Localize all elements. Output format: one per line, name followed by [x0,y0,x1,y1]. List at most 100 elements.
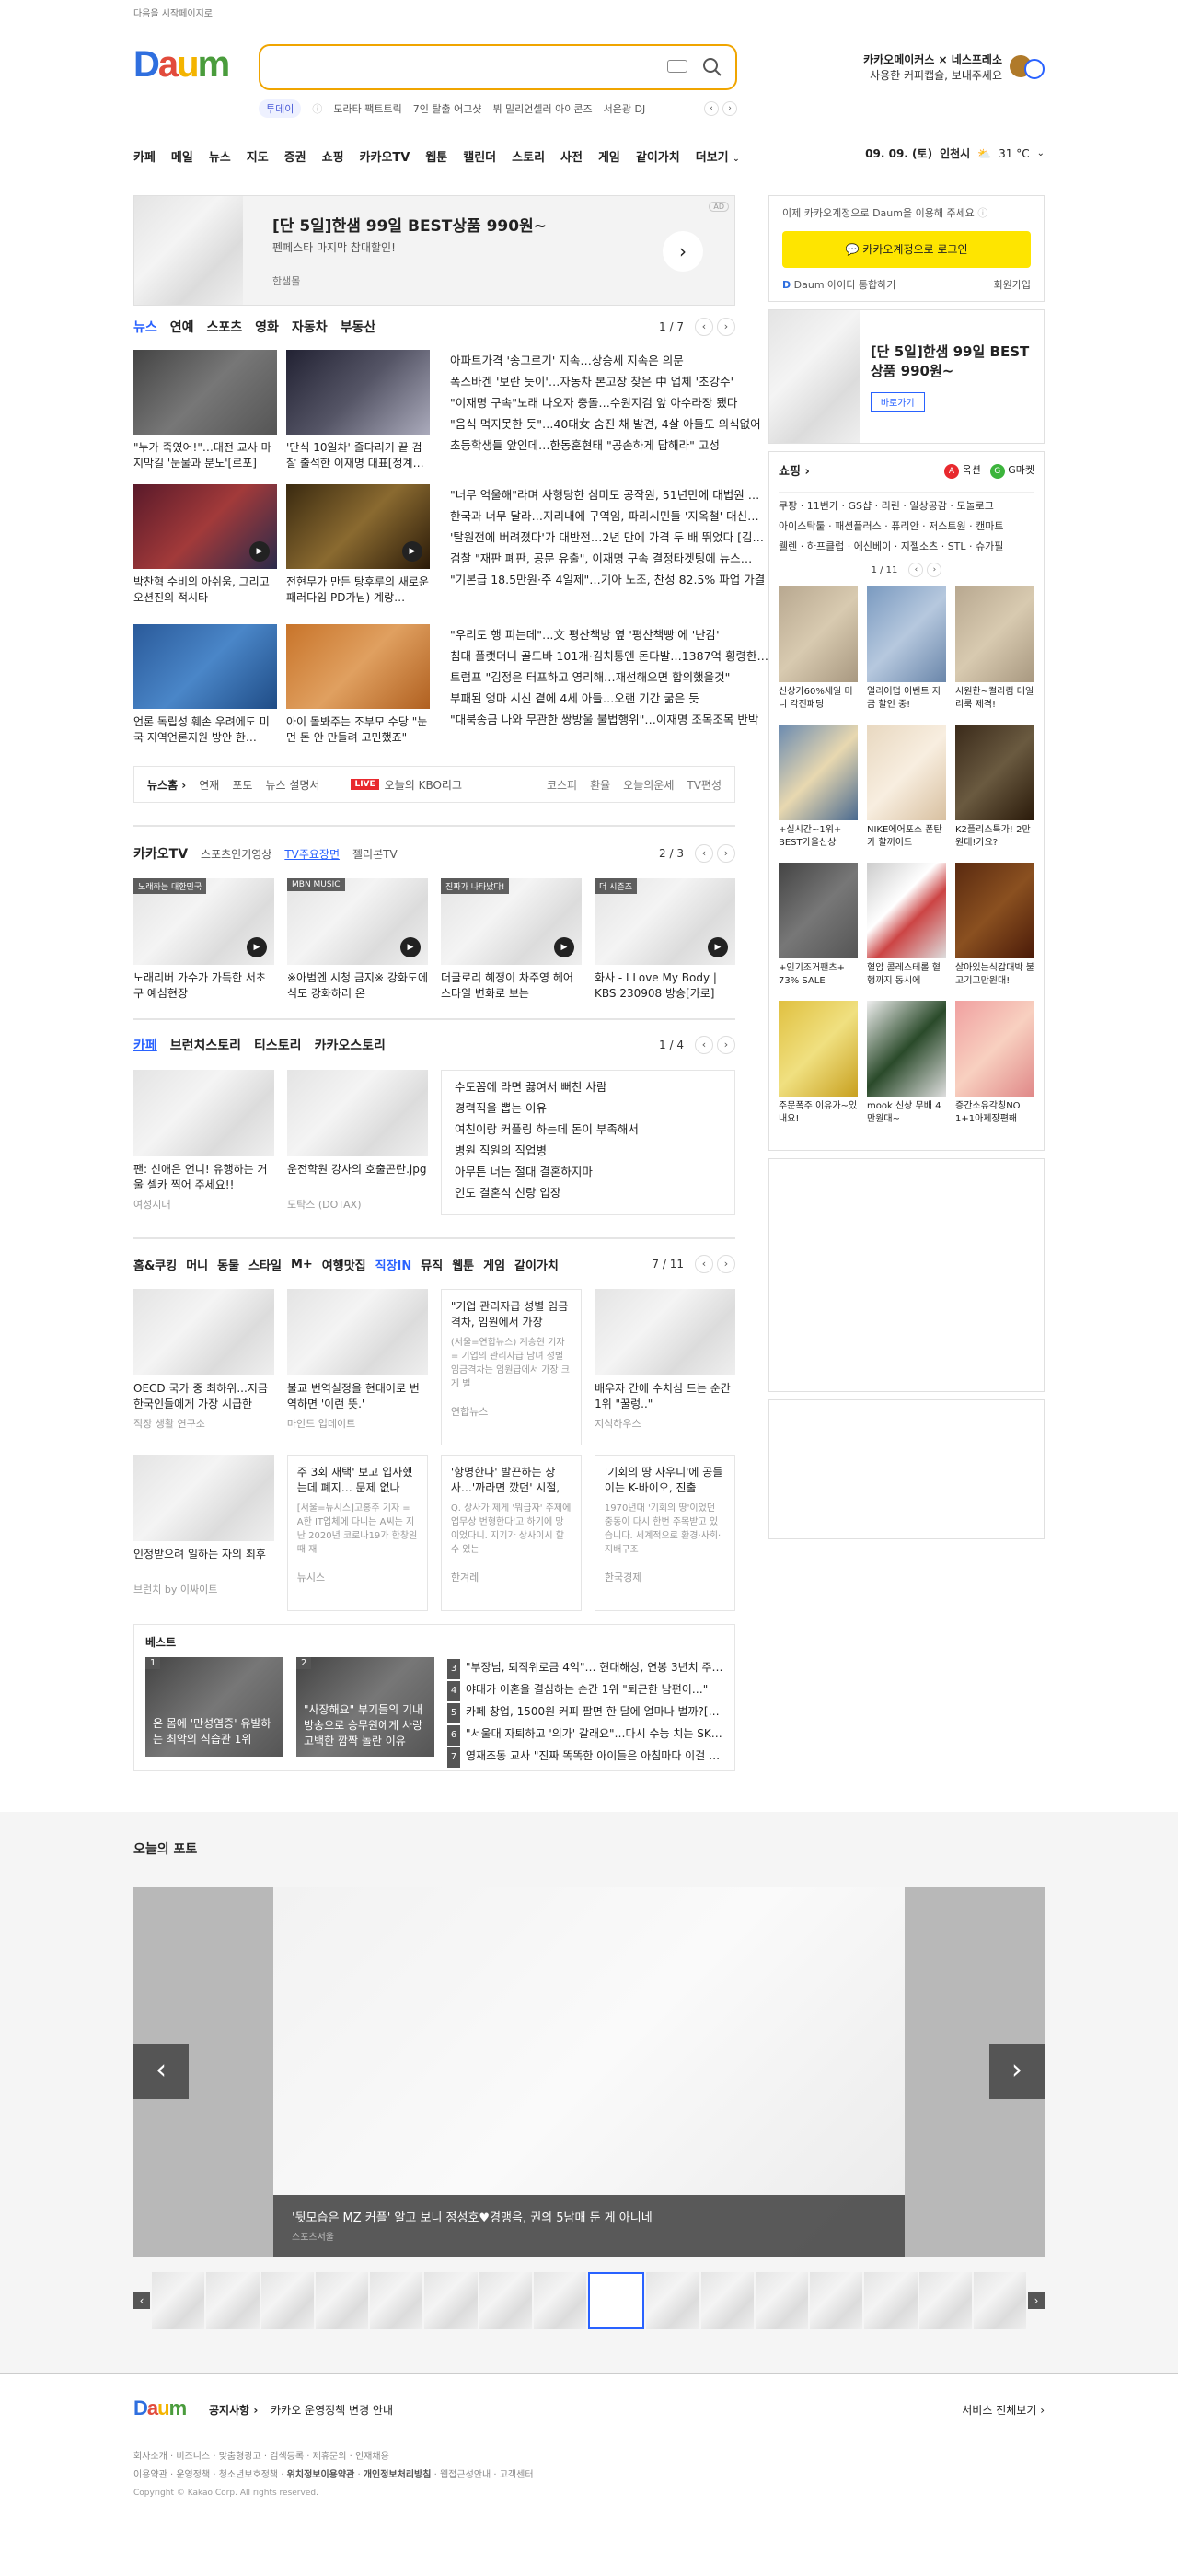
product-card[interactable]: NIKE에어포스 폰탄카 할꺼이드 [867,725,946,850]
best-list-item[interactable]: 3 "부장님, 퇴직위로금 4억"… 현대해상, 연봉 3년치 주… [447,1657,723,1679]
shop-tag[interactable]: STL [948,540,966,552]
shop-tag[interactable]: 웰렌 [779,540,797,552]
tv-card[interactable]: MBN MUSIC ▶ ※아범엔 시청 금지※ 강화도에 식도 강화하러 온 [287,878,428,1002]
trend-item[interactable]: 7인 탈출 어그샷 [413,101,482,116]
news-list-item[interactable]: 부패된 엉마 시신 곁에 4세 아들…오랜 기간 굶은 듯 [450,688,768,709]
notice-label[interactable]: 공지사항 › [209,2404,258,2417]
shop-tag[interactable]: 모놀로그 [956,500,993,512]
weather[interactable]: 09. 09. (토) 인천시 ⛅ 31 °C ⌄ [865,145,1045,161]
product-card[interactable]: +실시간~1위+ BEST가을신상 [779,725,858,850]
product-card[interactable]: 혈압 콜레스테롤 혈행까지 동시에 [867,863,946,988]
best-card[interactable]: 2 "사장해요" 부기들의 기내방송으로 승무원에게 사랑고백한 깜짝 놀란 이… [296,1657,434,1757]
shop-tag[interactable]: 퓨리안 [891,520,918,532]
cafe-list-item[interactable]: 경력직을 뽑는 이유 [455,1097,722,1119]
gnb-item[interactable]: 메일 [171,147,193,165]
gnb-item[interactable]: 뉴스 [209,147,231,165]
tab-kakaostory[interactable]: 카카오스토리 [315,1036,386,1054]
photo-thumb[interactable] [479,2272,532,2329]
gnb-item[interactable]: 증권 [284,147,306,165]
tab-life[interactable]: 홈&쿠킹 [133,1256,177,1273]
footer-link[interactable]: 인재채용 [355,2452,389,2462]
tab-movie[interactable]: 영화 [255,318,279,336]
tab-car[interactable]: 자동차 [292,318,328,336]
news-home-link[interactable]: 뉴스홈 › [147,777,186,793]
gnb-item[interactable]: 지도 [247,147,269,165]
photo-thumb[interactable] [260,2272,314,2329]
notice-link[interactable]: 카카오 운영정책 변경 안내 [271,2404,393,2417]
photo-thumb[interactable] [918,2272,972,2329]
gnb-item[interactable]: 사전 [560,147,583,165]
gnb-item[interactable]: 캘린더 [463,147,496,165]
news-thumb[interactable]: 언론 독립성 훼손 우려에도 미국 지역언론지원 방안 한… [133,624,277,759]
side-ad[interactable]: [단 5일]한샘 99일 BEST상품 990원~ 바로가기 [768,309,1045,444]
trend-badge[interactable]: 투데이 [259,99,302,118]
tab-kakaotv[interactable]: 스포츠인기영상 [201,846,271,862]
search-input[interactable] [273,46,660,87]
gnb-item[interactable]: 게임 [598,147,620,165]
life-text-card[interactable]: '기회의 땅 사우디'에 공들이는 K-바이오, 진출 1970년대 '기회의 … [594,1455,735,1611]
footer-link[interactable]: 회사소개 [133,2452,167,2462]
footer-link[interactable]: 맞춤형광고 [219,2452,261,2462]
news-thumb[interactable]: "누가 죽였어!"…대전 교사 마지막길 '눈물과 분노'[르포] [133,350,277,479]
news-list-item[interactable]: 폭스바겐 '보란 듯이'…자동차 본고장 찾은 中 업체 '초강수' [450,371,768,392]
news-list-item[interactable]: 아파트가격 '송고르기' 지속…상승세 지속은 의문 [450,350,768,371]
news-prev-button[interactable]: ‹ [695,318,713,336]
footer-link[interactable]: 청소년보호정책 [219,2470,278,2480]
photo-thumb[interactable] [973,2272,1026,2329]
shop-tag[interactable]: 11번가 [807,500,838,512]
tab-life[interactable]: 동물 [217,1256,239,1273]
tab-life[interactable]: 게임 [483,1256,505,1273]
news-footer-link[interactable]: 오늘의운세 [623,777,674,793]
id-merge-link[interactable]: D Daum 아이디 통합하기 [782,277,895,292]
tab-kakaotv[interactable]: 젤리본TV [352,846,398,862]
best-card[interactable]: 1 온 몸에 '만성염증' 유발하는 최악의 식습관 1위 [145,1657,283,1757]
product-card[interactable]: K2플리스특가! 2만원대!가요? [955,725,1034,850]
promo-top[interactable]: 카카오메이커스 × 네스프레소 사용한 커피캡슐, 보내주세요 [863,52,1045,83]
live-link[interactable]: 오늘의 KBO리그 [385,777,462,793]
photo-thumb[interactable] [864,2272,918,2329]
tab-tistory[interactable]: 티스토리 [254,1036,302,1054]
cafe-card[interactable]: 팬: 신애은 언니! 유행하는 거울 셀카 찍어 주세요!! 여성시대 [133,1070,274,1215]
news-next-button[interactable]: › [717,318,735,336]
life-card[interactable]: 인정받으려 일하는 자의 최후 브런치 by 이싸이트 [133,1455,274,1611]
photo-thumb[interactable] [370,2272,423,2329]
tab-life[interactable]: 머니 [186,1256,208,1273]
news-list-item[interactable]: "대북송금 나와 무관한 쌍방울 불법행위"…이재명 조목조목 반박 [450,709,768,730]
life-card[interactable]: 배우자 간에 수치심 드는 순간 1위 "꿀렁.." 지식하우스 [595,1289,735,1445]
cafe-list-item[interactable]: 병원 직원의 직업병 [455,1140,722,1161]
news-footer-link[interactable]: 연재 [199,777,219,793]
tab-life[interactable]: 직장IN [375,1256,412,1273]
thumbs-next-button[interactable]: › [1028,2292,1045,2309]
set-startpage-link[interactable]: 다음을 시작페이지로 [133,6,213,19]
news-list-item[interactable]: "음식 먹지못한 듯"…40대女 숨진 채 발견, 4살 아들도 의식없어 [450,413,768,435]
gmarket-link[interactable]: G G마켓 [989,462,1034,479]
shopping-title[interactable]: 쇼핑 › [779,461,810,479]
tab-entertain[interactable]: 연예 [170,318,194,336]
life-card[interactable]: 불교 번역실정을 현대어로 번역하면 '이런 뜻.' 마인드 업데이트 [286,1289,428,1445]
news-thumb[interactable]: ▶ 박찬혁 수비의 아쉬움, 그리고 오션진의 적시타 [133,484,277,619]
gnb-item[interactable]: 쇼핑 [322,147,344,165]
footer-logo[interactable]: Daum [133,2396,187,2420]
shop-tag[interactable]: 패션플러스 [835,520,882,532]
kakao-login-button[interactable]: 💬 카카오계정으로 로그인 [782,231,1031,268]
footer-link[interactable]: 이용약관 [133,2470,167,2480]
best-list-item[interactable]: 7 영재조동 교사 "진짜 똑똑한 아이들은 아침마다 이걸 … [447,1746,723,1768]
photo-thumb[interactable] [810,2272,863,2329]
all-services-link[interactable]: 서비스 전체보기 › [962,2402,1045,2418]
gnb-item[interactable]: 웹툰 [425,147,447,165]
cafe-list-item[interactable]: 아무튼 너는 절대 결혼하지마 [455,1161,722,1182]
news-thumb[interactable]: ▶ 전현무가 만든 탕후루의 새로운 패러다임 PD가님) 계랑… [286,484,430,619]
tab-cafe[interactable]: 카페 [133,1036,157,1054]
news-footer-link[interactable]: 환율 [590,777,610,793]
tab-life[interactable]: 스타일 [248,1256,282,1273]
tab-kakaotv[interactable]: TV주요장면 [284,846,340,862]
cafe-prev-button[interactable]: ‹ [695,1036,713,1054]
tab-life[interactable]: 뮤직 [421,1256,443,1273]
product-card[interactable]: 얼리어덥 이벤트 지금 할인 중! [867,586,946,712]
news-footer-link[interactable]: 포토 [232,777,252,793]
shop-tag[interactable]: 쿠팡 [779,500,797,512]
product-card[interactable]: +인기조거팬츠+ 73% SALE [779,863,858,988]
product-card[interactable]: 시원한~컬리컴 데일리룩 제격! [955,586,1034,712]
tab-news[interactable]: 뉴스 [133,318,157,336]
gnb-item[interactable]: 같이가치 [636,147,680,165]
